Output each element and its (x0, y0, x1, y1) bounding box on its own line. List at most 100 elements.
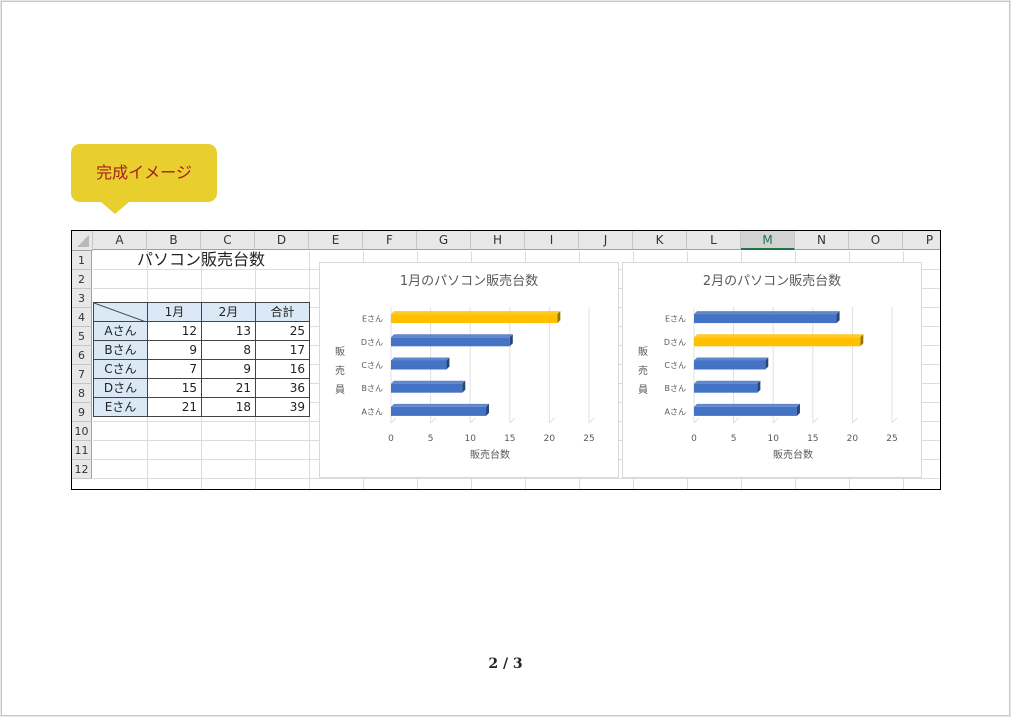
column-header[interactable]: D (255, 231, 309, 250)
table-value-cell[interactable]: 39 (255, 397, 310, 417)
bar-Bさん (694, 380, 761, 393)
bar (694, 314, 837, 324)
column-header[interactable]: G (417, 231, 471, 250)
table-value-cell[interactable]: 12 (147, 321, 202, 341)
column-header[interactable]: F (363, 231, 417, 250)
y-tick-label: Eさん (362, 315, 383, 324)
x-gridline-depth (733, 417, 739, 424)
y-tick-label: Bさん (362, 384, 384, 393)
row-header[interactable]: 5 (72, 327, 92, 346)
row-header[interactable]: 4 (72, 308, 92, 327)
x-tick-label: 25 (886, 434, 897, 444)
row-header[interactable]: 11 (72, 441, 92, 460)
x-axis-label: 販売台数 (470, 448, 510, 461)
x-tick-label: 15 (807, 434, 818, 444)
x-tick-label: 20 (544, 434, 556, 444)
bar (391, 360, 447, 370)
table-value-cell[interactable]: 21 (201, 378, 256, 398)
row-header[interactable]: 9 (72, 403, 92, 422)
x-gridline-depth (509, 417, 516, 424)
column-header[interactable]: J (579, 231, 633, 250)
table-name-cell[interactable]: Bさん (93, 340, 148, 360)
x-gridline-depth (549, 417, 555, 424)
table-name-cell[interactable]: Cさん (93, 359, 148, 379)
table-header-cell[interactable]: 合計 (255, 302, 310, 322)
bar-top-face (694, 380, 761, 384)
column-header[interactable]: I (525, 231, 579, 250)
x-gridline-depth (390, 417, 397, 424)
bar (391, 406, 487, 416)
column-header[interactable]: A (93, 231, 147, 250)
column-header[interactable]: K (633, 231, 687, 250)
table-value-cell[interactable]: 36 (255, 378, 310, 398)
row-header[interactable]: 10 (72, 422, 92, 441)
x-gridline-depth (693, 417, 700, 424)
table-corner-cell[interactable] (93, 302, 149, 323)
table-value-cell[interactable]: 16 (255, 359, 310, 379)
bar (391, 314, 558, 324)
row-header[interactable]: 6 (72, 346, 92, 365)
table-value-cell[interactable]: 18 (201, 397, 256, 417)
y-tick-label: Dさん (664, 338, 686, 347)
table-header-cell[interactable]: 1月 (147, 302, 202, 322)
bar (694, 337, 861, 347)
row-header[interactable]: 1 (72, 251, 92, 270)
column-header[interactable]: C (201, 231, 255, 250)
sheet-title[interactable]: パソコン販売台数 (93, 251, 309, 270)
x-tick-label: 0 (691, 434, 697, 444)
column-header[interactable]: L (687, 231, 741, 250)
row-header[interactable]: 12 (72, 460, 92, 479)
x-gridline-depth (852, 417, 858, 424)
bar-Aさん (694, 403, 800, 416)
bar-Aさん (391, 403, 490, 416)
y-tick-label: Aさん (362, 407, 383, 416)
column-header[interactable]: E (309, 231, 363, 250)
table-value-cell[interactable]: 7 (147, 359, 202, 379)
column-header[interactable]: O (849, 231, 903, 250)
table-value-cell[interactable]: 15 (147, 378, 202, 398)
bar-Bさん (391, 380, 466, 393)
y-axis-label: 販売員 (638, 346, 648, 396)
table-value-cell[interactable]: 25 (255, 321, 310, 341)
row-header[interactable]: 7 (72, 365, 92, 384)
column-header[interactable]: B (147, 231, 201, 250)
bar-top-face (694, 357, 769, 361)
bar-top-face (391, 357, 450, 361)
bar-Dさん (694, 334, 864, 347)
table-name-cell[interactable]: Eさん (93, 397, 148, 417)
spreadsheet-image: A B C D E F G H I J K L M N O P 1 2 3 4 5 6 7 8 9 10 11 12 パソコン販売台数 1… (71, 230, 941, 490)
bar-top-face (694, 311, 840, 315)
table-name-cell[interactable]: Aさん (93, 321, 148, 341)
gridline (93, 478, 940, 479)
bar-top-face (391, 380, 466, 384)
x-tick-label: 0 (388, 434, 394, 444)
row-header[interactable]: 3 (72, 289, 92, 308)
table-header-cell[interactable]: 2月 (201, 302, 256, 322)
chart-title: 2月のパソコン販売台数 (703, 273, 841, 289)
column-header[interactable]: H (471, 231, 525, 250)
column-header[interactable]: N (795, 231, 849, 250)
table-value-cell[interactable]: 17 (255, 340, 310, 360)
bar (694, 360, 766, 370)
row-header[interactable]: 2 (72, 270, 92, 289)
x-tick-label: 20 (847, 434, 859, 444)
x-gridline-depth (812, 417, 819, 424)
row-header[interactable]: 8 (72, 384, 92, 403)
column-header[interactable]: M (741, 231, 795, 250)
column-header[interactable]: P (903, 231, 940, 250)
completion-image-callout: 完成イメージ (71, 144, 217, 214)
table-value-cell[interactable]: 13 (201, 321, 256, 341)
bar-Cさん (694, 357, 769, 370)
y-tick-label: Aさん (665, 407, 686, 416)
select-all-corner (72, 231, 93, 251)
bar-Dさん (391, 334, 513, 347)
table-value-cell[interactable]: 8 (201, 340, 256, 360)
table-value-cell[interactable]: 21 (147, 397, 202, 417)
table-value-cell[interactable]: 9 (201, 359, 256, 379)
table-value-cell[interactable]: 9 (147, 340, 202, 360)
x-gridline-depth (891, 417, 898, 424)
bar (391, 383, 463, 393)
x-tick-label: 5 (428, 434, 434, 444)
y-tick-label: Dさん (361, 338, 383, 347)
table-name-cell[interactable]: Dさん (93, 378, 148, 398)
